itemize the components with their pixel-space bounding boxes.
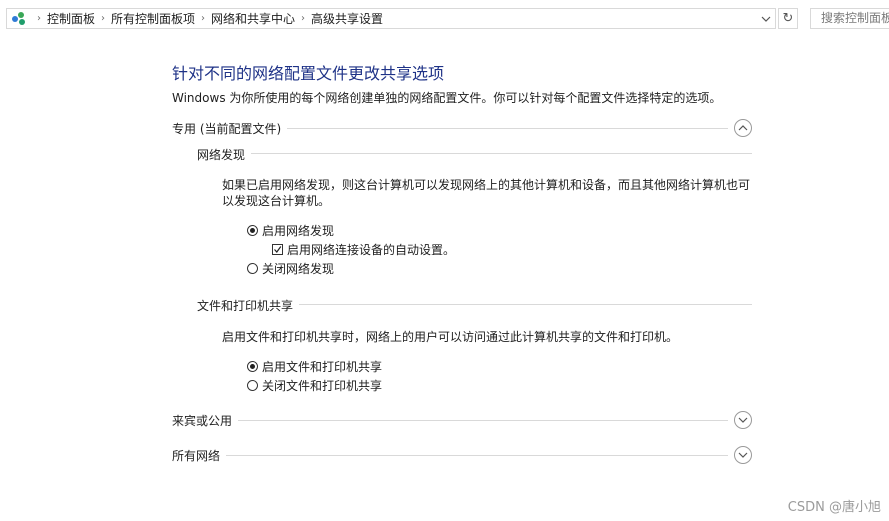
- auto-setup-option[interactable]: 启用网络连接设备的自动设置。: [272, 241, 455, 258]
- file-sharing-off-label: 关闭文件和打印机共享: [262, 379, 383, 393]
- radio-button[interactable]: [247, 263, 258, 274]
- section-guest-label: 来宾或公用: [172, 412, 239, 429]
- network-discovery-on-option[interactable]: 启用网络发现: [247, 222, 334, 239]
- subsection-file-printer-sharing: 文件和打印机共享: [197, 297, 752, 315]
- section-private-profile[interactable]: 专用 (当前配置文件): [172, 119, 752, 139]
- address-bar[interactable]: › 控制面板 › 所有控制面板项 › 网络和共享中心 › 高级共享设置: [6, 8, 776, 29]
- control-panel-icon: [9, 9, 31, 28]
- chevron-up-icon[interactable]: [734, 119, 752, 137]
- chevron-right-icon[interactable]: ›: [195, 13, 211, 24]
- file-sharing-off-option[interactable]: 关闭文件和打印机共享: [247, 377, 382, 394]
- breadcrumb-all-items[interactable]: 所有控制面板项: [111, 10, 195, 27]
- subsection-network-discovery: 网络发现: [197, 146, 752, 164]
- network-discovery-off-option[interactable]: 关闭网络发现: [247, 260, 334, 277]
- chevron-down-icon[interactable]: [757, 9, 775, 28]
- section-guest-public[interactable]: 来宾或公用: [172, 411, 752, 431]
- network-discovery-label: 网络发现: [197, 146, 252, 163]
- chevron-right-icon: ›: [37, 13, 41, 24]
- section-all-networks[interactable]: 所有网络: [172, 446, 752, 466]
- radio-button[interactable]: [247, 225, 258, 236]
- divider: [172, 455, 728, 456]
- section-private-label: 专用 (当前配置文件): [172, 120, 288, 137]
- section-all-networks-label: 所有网络: [172, 447, 227, 464]
- radio-button[interactable]: [247, 361, 258, 372]
- chevron-right-icon[interactable]: ›: [295, 13, 311, 24]
- file-sharing-on-option[interactable]: 启用文件和打印机共享: [247, 358, 382, 375]
- chevron-right-icon[interactable]: ›: [95, 13, 111, 24]
- file-sharing-on-label: 启用文件和打印机共享: [262, 360, 383, 374]
- auto-setup-label: 启用网络连接设备的自动设置。: [287, 243, 456, 257]
- chevron-down-icon[interactable]: [734, 411, 752, 429]
- search-input[interactable]: 搜索控制面板: [810, 8, 889, 29]
- radio-button[interactable]: [247, 380, 258, 391]
- chevron-down-icon[interactable]: [734, 446, 752, 464]
- breadcrumb-control-panel[interactable]: 控制面板: [47, 10, 95, 27]
- network-discovery-off-label: 关闭网络发现: [262, 262, 335, 276]
- checkbox[interactable]: [272, 244, 283, 255]
- file-printer-sharing-description: 启用文件和打印机共享时，网络上的用户可以访问通过此计算机共享的文件和打印机。: [222, 330, 679, 344]
- file-printer-sharing-label: 文件和打印机共享: [197, 297, 300, 314]
- breadcrumb-network-center[interactable]: 网络和共享中心: [211, 10, 295, 27]
- page-subtitle: Windows 为你所使用的每个网络创建单独的网络配置文件。你可以针对每个配置文…: [172, 91, 722, 105]
- refresh-icon: ↻: [782, 11, 794, 26]
- network-discovery-on-label: 启用网络发现: [262, 224, 335, 238]
- watermark: CSDN @唐小旭: [787, 500, 881, 515]
- network-discovery-description: 如果已启用网络发现，则这台计算机可以发现网络上的其他计算机和设备，而且其他网络计…: [222, 178, 751, 208]
- divider: [172, 420, 728, 421]
- refresh-button[interactable]: ↻: [778, 8, 798, 29]
- divider: [197, 153, 752, 154]
- page-title: 针对不同的网络配置文件更改共享选项: [172, 64, 445, 83]
- breadcrumb-advanced-sharing[interactable]: 高级共享设置: [311, 10, 383, 27]
